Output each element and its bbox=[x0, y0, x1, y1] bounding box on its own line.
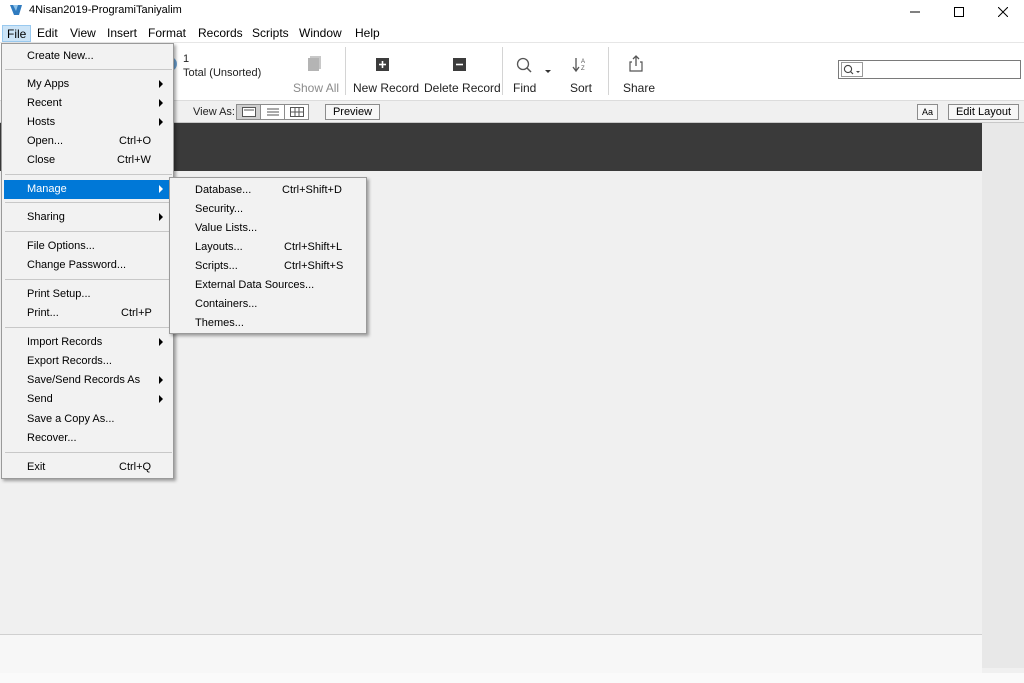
form-view-icon bbox=[241, 107, 256, 117]
status-strip bbox=[0, 673, 1024, 683]
submenu-arrow-icon bbox=[159, 395, 163, 403]
menu-format[interactable]: Format bbox=[144, 25, 190, 42]
submenu-arrow-icon bbox=[159, 213, 163, 221]
minimize-button[interactable] bbox=[892, 0, 938, 23]
menu-item-database[interactable]: Database... Ctrl+Shift+D bbox=[172, 181, 364, 200]
minimize-icon bbox=[910, 11, 920, 12]
submenu-arrow-icon bbox=[159, 80, 163, 88]
file-menu: Create New... My Apps Recent Hosts Open.… bbox=[1, 43, 174, 479]
record-status: Total (Unsorted) bbox=[183, 67, 262, 79]
submenu-arrow-icon bbox=[159, 118, 163, 126]
title-bar: 4Nisan2019-ProgramiTaniyalim bbox=[0, 0, 1024, 23]
menu-item-export-records[interactable]: Export Records... bbox=[4, 352, 171, 371]
preview-button[interactable]: Preview bbox=[325, 104, 380, 120]
toolbar-separator bbox=[345, 47, 346, 95]
view-as-label: View As: bbox=[193, 106, 235, 118]
find-icon bbox=[516, 57, 551, 73]
list-view-button[interactable] bbox=[261, 105, 285, 119]
layout-footer bbox=[0, 635, 982, 673]
menu-separator bbox=[5, 327, 172, 328]
vertical-scrollbar[interactable] bbox=[982, 123, 1024, 668]
menu-scripts[interactable]: Scripts bbox=[248, 25, 293, 42]
quick-find-input[interactable] bbox=[838, 60, 1021, 79]
menu-item-import-records[interactable]: Import Records bbox=[4, 333, 171, 352]
form-view-button[interactable] bbox=[237, 105, 261, 119]
show-all-button[interactable]: Show All bbox=[293, 81, 339, 95]
menu-item-my-apps[interactable]: My Apps bbox=[4, 75, 171, 94]
submenu-arrow-icon bbox=[159, 376, 163, 384]
menu-insert[interactable]: Insert bbox=[103, 25, 141, 42]
menu-separator bbox=[5, 231, 172, 232]
new-record-button[interactable]: New Record bbox=[353, 81, 419, 95]
menu-item-exit[interactable]: Exit Ctrl+Q bbox=[4, 458, 171, 477]
svg-text:A: A bbox=[581, 59, 585, 65]
format-bar-button[interactable]: Aa bbox=[917, 104, 938, 120]
menu-separator bbox=[5, 174, 172, 175]
menu-item-print-setup[interactable]: Print Setup... bbox=[4, 285, 171, 304]
menu-help[interactable]: Help bbox=[351, 25, 384, 42]
find-button[interactable]: Find bbox=[513, 81, 536, 95]
menu-records[interactable]: Records bbox=[194, 25, 247, 42]
manage-submenu: Database... Ctrl+Shift+D Security... Valu… bbox=[169, 177, 367, 334]
menu-separator bbox=[5, 279, 172, 280]
menu-item-change-password[interactable]: Change Password... bbox=[4, 256, 171, 275]
menu-item-save-a-copy-as[interactable]: Save a Copy As... bbox=[4, 410, 171, 429]
edit-layout-button[interactable]: Edit Layout bbox=[948, 104, 1019, 120]
menu-file[interactable]: File bbox=[2, 25, 32, 42]
menu-item-themes[interactable]: Themes... bbox=[172, 314, 364, 333]
menu-item-save-send-records-as[interactable]: Save/Send Records As bbox=[4, 371, 171, 390]
menu-item-file-options[interactable]: File Options... bbox=[4, 237, 171, 256]
menu-item-manage[interactable]: Manage bbox=[4, 180, 171, 199]
close-button[interactable] bbox=[980, 0, 1024, 23]
close-icon bbox=[998, 6, 1008, 17]
search-field-selector[interactable] bbox=[841, 62, 863, 77]
toolbar-separator bbox=[502, 47, 503, 95]
new-record-icon bbox=[376, 58, 389, 71]
show-all-icon bbox=[308, 56, 321, 71]
menu-item-open[interactable]: Open... Ctrl+O bbox=[4, 132, 171, 151]
sort-icon: A Z bbox=[572, 58, 585, 73]
menu-item-print[interactable]: Print... Ctrl+P bbox=[4, 304, 171, 323]
menu-separator bbox=[5, 452, 172, 453]
list-view-icon bbox=[266, 108, 279, 116]
menu-item-containers[interactable]: Containers... bbox=[172, 295, 364, 314]
menu-separator bbox=[5, 69, 172, 70]
record-count: 1 bbox=[183, 53, 190, 65]
menu-item-close[interactable]: Close Ctrl+W bbox=[4, 151, 171, 170]
search-icon bbox=[843, 64, 860, 75]
share-icon bbox=[629, 55, 643, 72]
delete-record-icon bbox=[453, 58, 466, 71]
menu-item-send[interactable]: Send bbox=[4, 390, 171, 409]
maximize-button[interactable] bbox=[936, 0, 982, 23]
menu-item-value-lists[interactable]: Value Lists... bbox=[172, 219, 364, 238]
menu-item-recent[interactable]: Recent bbox=[4, 94, 171, 113]
menu-edit[interactable]: Edit bbox=[33, 25, 62, 42]
table-view-icon bbox=[289, 107, 304, 117]
delete-record-button[interactable]: Delete Record bbox=[424, 81, 501, 95]
view-as-toggle bbox=[236, 104, 309, 120]
menu-window[interactable]: Window bbox=[295, 25, 346, 42]
menu-item-hosts[interactable]: Hosts bbox=[4, 113, 171, 132]
share-button[interactable]: Share bbox=[623, 81, 655, 95]
menu-item-recover[interactable]: Recover... bbox=[4, 429, 171, 448]
menu-item-layouts[interactable]: Layouts... Ctrl+Shift+L bbox=[172, 238, 364, 257]
menu-view[interactable]: View bbox=[66, 25, 100, 42]
table-view-button[interactable] bbox=[285, 105, 308, 119]
sort-button[interactable]: Sort bbox=[570, 81, 592, 95]
menu-item-scripts[interactable]: Scripts... Ctrl+Shift+S bbox=[172, 257, 364, 276]
submenu-arrow-icon bbox=[159, 99, 163, 107]
menu-item-create-new[interactable]: Create New... bbox=[4, 47, 171, 66]
svg-text:Z: Z bbox=[581, 66, 585, 72]
menu-bar: File Edit View Insert Format Records Scr… bbox=[0, 23, 1024, 43]
menu-item-external-data-sources[interactable]: External Data Sources... bbox=[172, 276, 364, 295]
filemaker-app-icon bbox=[10, 5, 22, 15]
menu-item-sharing[interactable]: Sharing bbox=[4, 208, 171, 227]
maximize-icon bbox=[954, 6, 964, 17]
window-title: 4Nisan2019-ProgramiTaniyalim bbox=[29, 4, 182, 16]
menu-separator bbox=[5, 202, 172, 203]
submenu-arrow-icon bbox=[159, 338, 163, 346]
toolbar-separator bbox=[608, 47, 609, 95]
menu-item-security[interactable]: Security... bbox=[172, 200, 364, 219]
submenu-arrow-icon bbox=[159, 185, 163, 193]
